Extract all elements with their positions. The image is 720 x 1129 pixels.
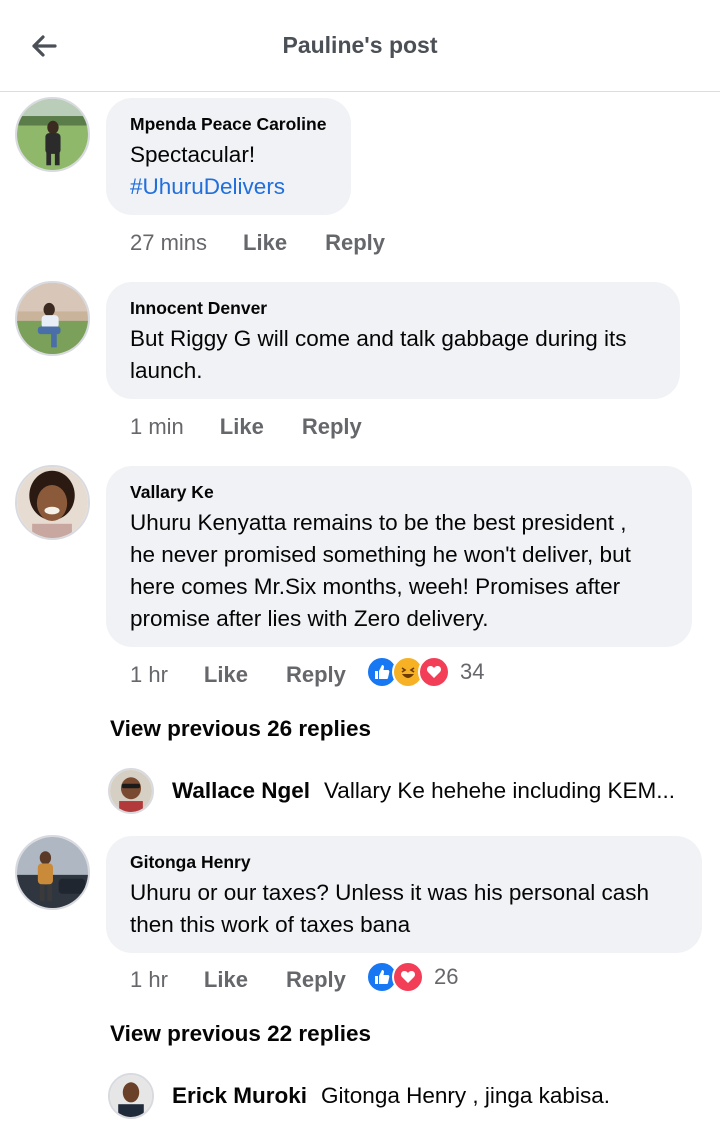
avatar[interactable] [15, 281, 90, 356]
comment-actions: 27 mins Like Reply [130, 230, 385, 256]
reply-button[interactable]: Reply [302, 414, 362, 440]
top-bar: Pauline's post [0, 0, 720, 92]
reply-author[interactable]: Erick Muroki [172, 1083, 307, 1109]
view-previous-replies[interactable]: View previous 26 replies [110, 716, 371, 742]
comment-author[interactable]: Mpenda Peace Caroline [130, 113, 327, 135]
like-button[interactable]: Like [204, 662, 248, 688]
avatar[interactable] [15, 465, 90, 540]
avatar-image [110, 1075, 152, 1117]
comment-actions: 1 hr Like Reply [130, 662, 346, 688]
avatar-image [17, 283, 88, 354]
avatar[interactable] [15, 835, 90, 910]
comment-timestamp[interactable]: 1 min [130, 414, 184, 440]
comment-author[interactable]: Gitonga Henry [130, 851, 678, 873]
reply-preview[interactable]: Erick Muroki Gitonga Henry , jinga kabis… [108, 1073, 708, 1119]
comment-text: Uhuru or our taxes? Unless it was his pe… [130, 877, 678, 941]
avatar-image [17, 467, 88, 538]
love-icon [392, 961, 424, 993]
avatar-image [17, 837, 88, 908]
comment-text-line: then this work of taxes bana [130, 912, 411, 937]
reply-author[interactable]: Wallace Ngel [172, 778, 310, 804]
reply-text: Vallary Ke hehehe including KEM... [323, 778, 676, 803]
comment-actions: 1 min Like Reply [130, 414, 362, 440]
comment-text: Spectacular! #UhuruDelivers [130, 139, 327, 203]
hashtag-link[interactable]: #UhuruDelivers [130, 171, 327, 203]
like-button[interactable]: Like [204, 967, 248, 993]
comment-actions: 1 hr Like Reply [130, 967, 346, 993]
comment-text-line: Uhuru Kenyatta remains to be the best pr… [130, 510, 627, 535]
comment-timestamp[interactable]: 1 hr [130, 967, 168, 993]
comment-text-line: here comes Mr.Six months, weeh! Promises… [130, 574, 621, 599]
reply-text: Gitonga Henry , jinga kabisa. [321, 1083, 610, 1108]
avatar-image [17, 99, 88, 170]
comment-text: But Riggy G will come and talk gabbage d… [130, 323, 656, 387]
view-previous-replies[interactable]: View previous 22 replies [110, 1021, 371, 1047]
like-button[interactable]: Like [243, 230, 287, 256]
comment-author[interactable]: Innocent Denver [130, 297, 656, 319]
comment-bubble: Mpenda Peace Caroline Spectacular! #Uhur… [106, 98, 351, 215]
reaction-count: 34 [460, 659, 485, 684]
reaction-count: 26 [434, 964, 459, 989]
comment-text-line: he never promised something he won't del… [130, 542, 631, 567]
comment-text: Uhuru Kenyatta remains to be the best pr… [130, 507, 668, 635]
reply-button[interactable]: Reply [286, 662, 346, 688]
comment-text-line: Spectacular! [130, 142, 256, 167]
love-icon [418, 656, 450, 688]
like-button[interactable]: Like [220, 414, 264, 440]
comment-text-line: Uhuru or our taxes? Unless it was his pe… [130, 880, 649, 905]
reaction-summary[interactable]: 34 [366, 656, 484, 688]
comment-bubble: Vallary Ke Uhuru Kenyatta remains to be … [106, 466, 692, 647]
comment-text-line: But Riggy G will come and talk gabbage d… [130, 326, 627, 351]
reply-button[interactable]: Reply [325, 230, 385, 256]
comment-timestamp[interactable]: 27 mins [130, 230, 207, 256]
reply-button[interactable]: Reply [286, 967, 346, 993]
comment-bubble: Gitonga Henry Uhuru or our taxes? Unless… [106, 836, 702, 953]
avatar[interactable] [108, 1073, 154, 1119]
page-title: Pauline's post [282, 32, 438, 58]
reaction-summary[interactable]: 26 [366, 961, 458, 993]
comment-timestamp[interactable]: 1 hr [130, 662, 168, 688]
avatar-image [110, 770, 152, 812]
comment-text-line: launch. [130, 358, 203, 383]
comment-author[interactable]: Vallary Ke [130, 481, 668, 503]
reply-preview[interactable]: Wallace Ngel Vallary Ke hehehe including… [108, 768, 708, 814]
avatar[interactable] [15, 97, 90, 172]
comment-text-line: promise after lies with Zero delivery. [130, 606, 489, 631]
avatar[interactable] [108, 768, 154, 814]
comment-bubble: Innocent Denver But Riggy G will come an… [106, 282, 680, 399]
